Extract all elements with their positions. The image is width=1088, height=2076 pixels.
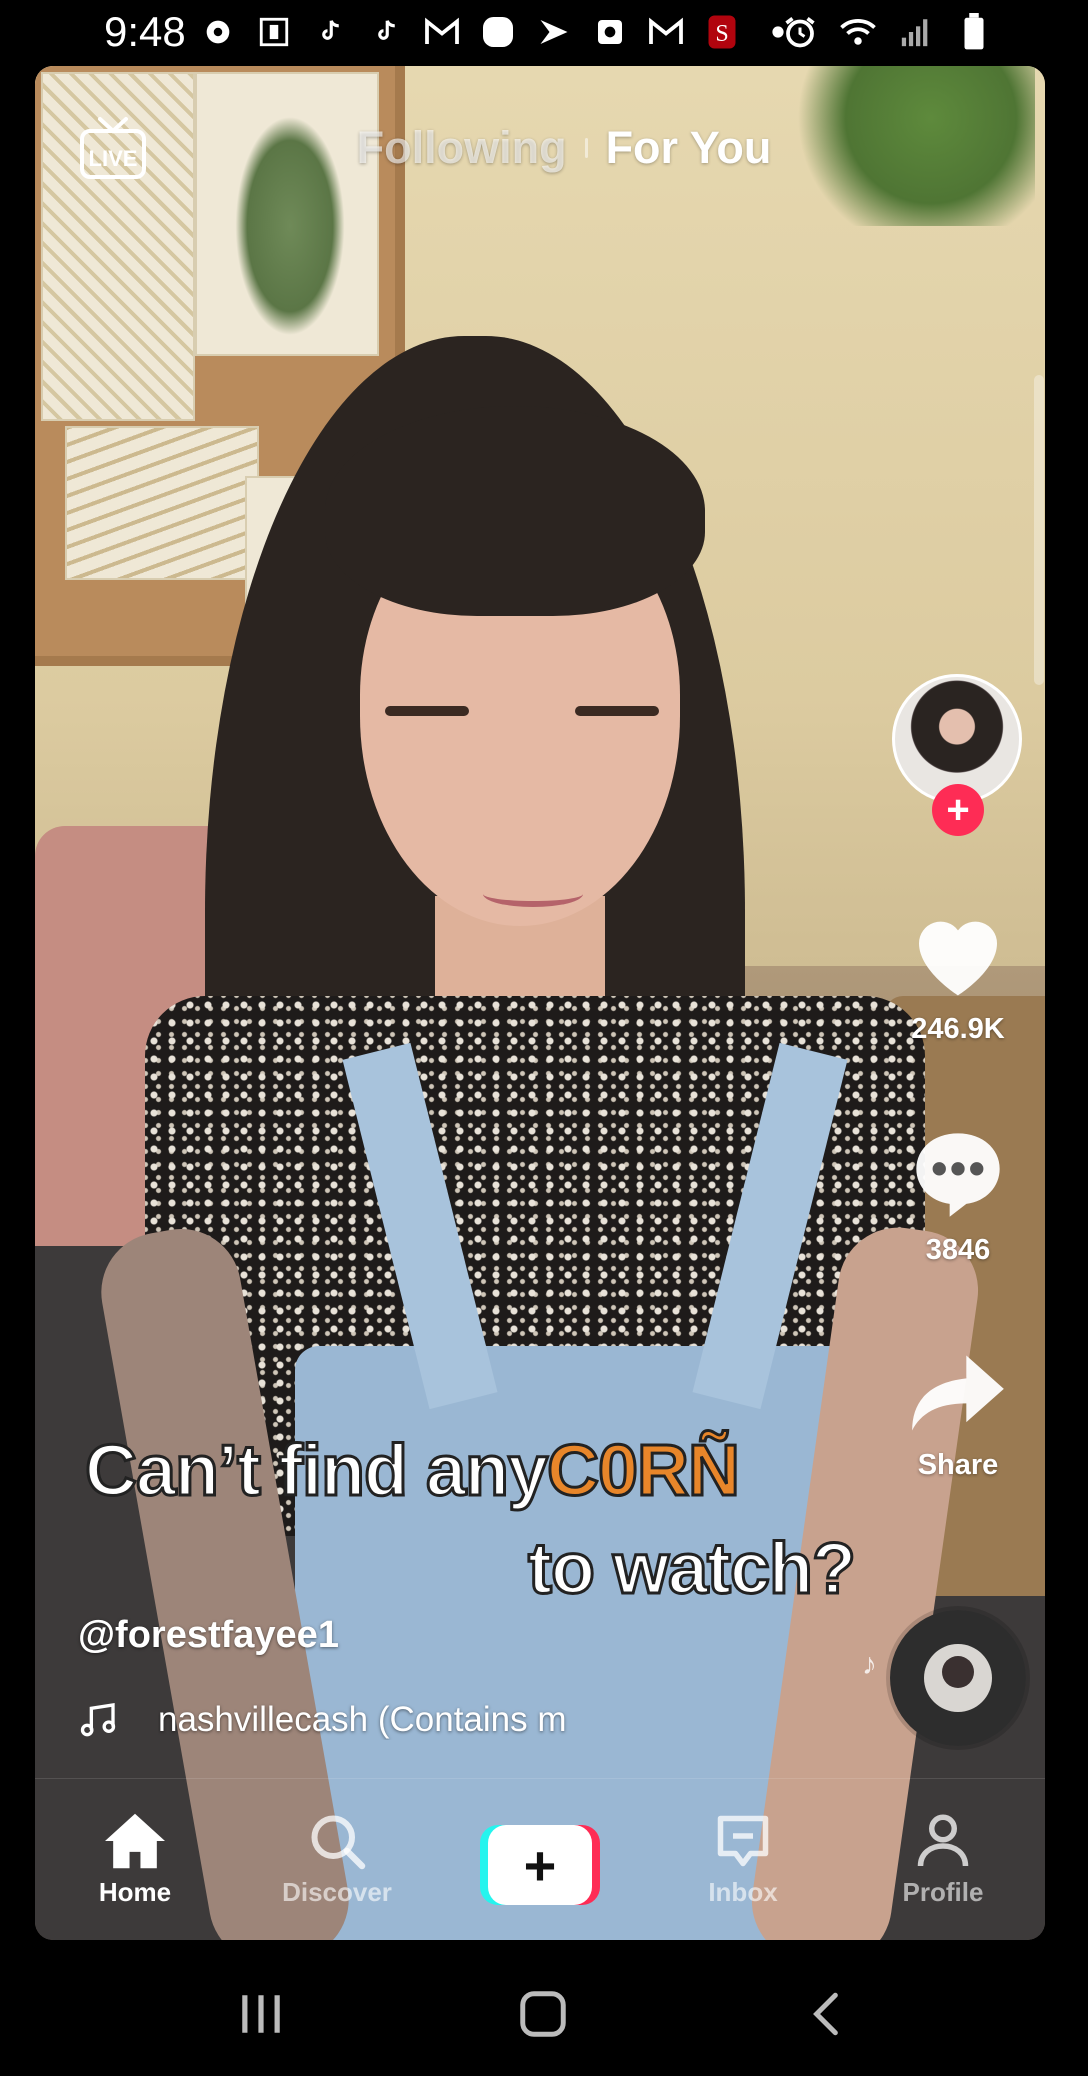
svg-text:S: S — [715, 21, 728, 47]
wifi-icon — [840, 14, 876, 50]
status-bar: 9:48 S — [0, 0, 1088, 66]
video-caption-prefix: Can’t find any — [83, 1430, 549, 1513]
like-count: 246.9K — [911, 1013, 1005, 1045]
home-system-button[interactable] — [508, 1984, 578, 2044]
nav-profile-label: Profile — [902, 1877, 984, 1907]
feed-tabs: Following For You — [0, 112, 1088, 184]
signal-icon — [898, 14, 934, 50]
plus-icon: + — [523, 1833, 557, 1897]
share-label: Share — [917, 1449, 999, 1481]
nav-home[interactable]: Home — [65, 1809, 205, 1908]
status-time: 9:48 — [104, 8, 186, 55]
tab-for-you[interactable]: For You — [606, 122, 772, 174]
square-home-icon — [520, 1991, 566, 2037]
gmail-icon — [648, 14, 684, 50]
tab-separator — [584, 138, 588, 158]
recent-apps-icon — [242, 1995, 280, 2033]
follow-button[interactable]: + — [932, 784, 984, 836]
tiktok-icon — [368, 14, 404, 50]
settings-icon — [200, 14, 236, 50]
nav-inbox-label: Inbox — [708, 1877, 778, 1907]
comment-button[interactable]: 3846 — [880, 1125, 1036, 1267]
sound-disc-button[interactable] — [890, 1610, 1026, 1746]
video-caption-highlight: C0RÑ — [546, 1430, 742, 1513]
plus-icon: + — [946, 788, 970, 832]
stanford-icon: S — [704, 14, 740, 50]
floating-note-icon: ♪ — [862, 1648, 877, 1681]
like-button[interactable]: 246.9K — [880, 904, 1036, 1046]
badge-icon — [256, 14, 292, 50]
recent-apps-button[interactable] — [226, 1984, 296, 2044]
gmail-icon — [424, 14, 460, 50]
chevron-left-icon — [813, 1992, 838, 2036]
profile-icon — [917, 1814, 969, 1867]
heart-icon — [919, 921, 997, 996]
status-notification-icons: S — [200, 10, 796, 54]
tab-following[interactable]: Following — [357, 122, 567, 174]
comment-icon — [916, 1133, 1000, 1217]
sound-title: nashvillecash (Contains m — [158, 1700, 567, 1739]
poster — [65, 426, 259, 580]
creator-username[interactable]: @forestfayee1 — [78, 1614, 339, 1657]
create-plus: + — [488, 1825, 592, 1905]
sound-disc-icon — [924, 1644, 992, 1712]
music-note-icon — [80, 1703, 116, 1737]
create-button[interactable]: + — [480, 1825, 600, 1905]
nav-inbox[interactable]: Inbox — [673, 1809, 813, 1908]
share-button[interactable]: Share — [880, 1350, 1036, 1482]
system-nav-bar — [0, 1940, 1088, 2076]
video-person-eye — [575, 706, 659, 716]
nav-discover-label: Discover — [282, 1877, 392, 1907]
alarm-icon — [782, 14, 818, 50]
video-caption-line1: Can’t find anyC0RÑ — [83, 1430, 742, 1513]
share-arrow-icon — [912, 1355, 1004, 1431]
search-icon — [311, 1815, 366, 1870]
video-caption-line2: to watch? — [527, 1528, 858, 1611]
video-person-bangs — [325, 406, 705, 616]
sprint-icon — [536, 14, 572, 50]
scroll-indicator — [1034, 375, 1044, 685]
nav-home-label: Home — [98, 1877, 172, 1907]
creator-avatar-group: + — [892, 674, 1022, 836]
nav-discover[interactable]: Discover — [267, 1809, 407, 1908]
nav-profile[interactable]: Profile — [873, 1809, 1013, 1908]
video-person-eye — [385, 706, 469, 716]
tiktok-icon — [312, 14, 348, 50]
bottom-nav: Home Discover + Inbox Profile — [35, 1778, 1045, 1941]
chat-icon — [480, 14, 516, 50]
sound-link[interactable]: nashvillecash (Contains m — [78, 1696, 598, 1744]
back-button[interactable] — [792, 1984, 862, 2044]
status-system-icons — [782, 10, 992, 54]
inbox-icon — [717, 1815, 769, 1867]
screenshot-icon — [592, 14, 628, 50]
comment-count: 3846 — [925, 1234, 991, 1266]
home-icon — [105, 1813, 165, 1869]
video-person-mouth — [483, 881, 583, 907]
battery-icon — [956, 13, 992, 50]
